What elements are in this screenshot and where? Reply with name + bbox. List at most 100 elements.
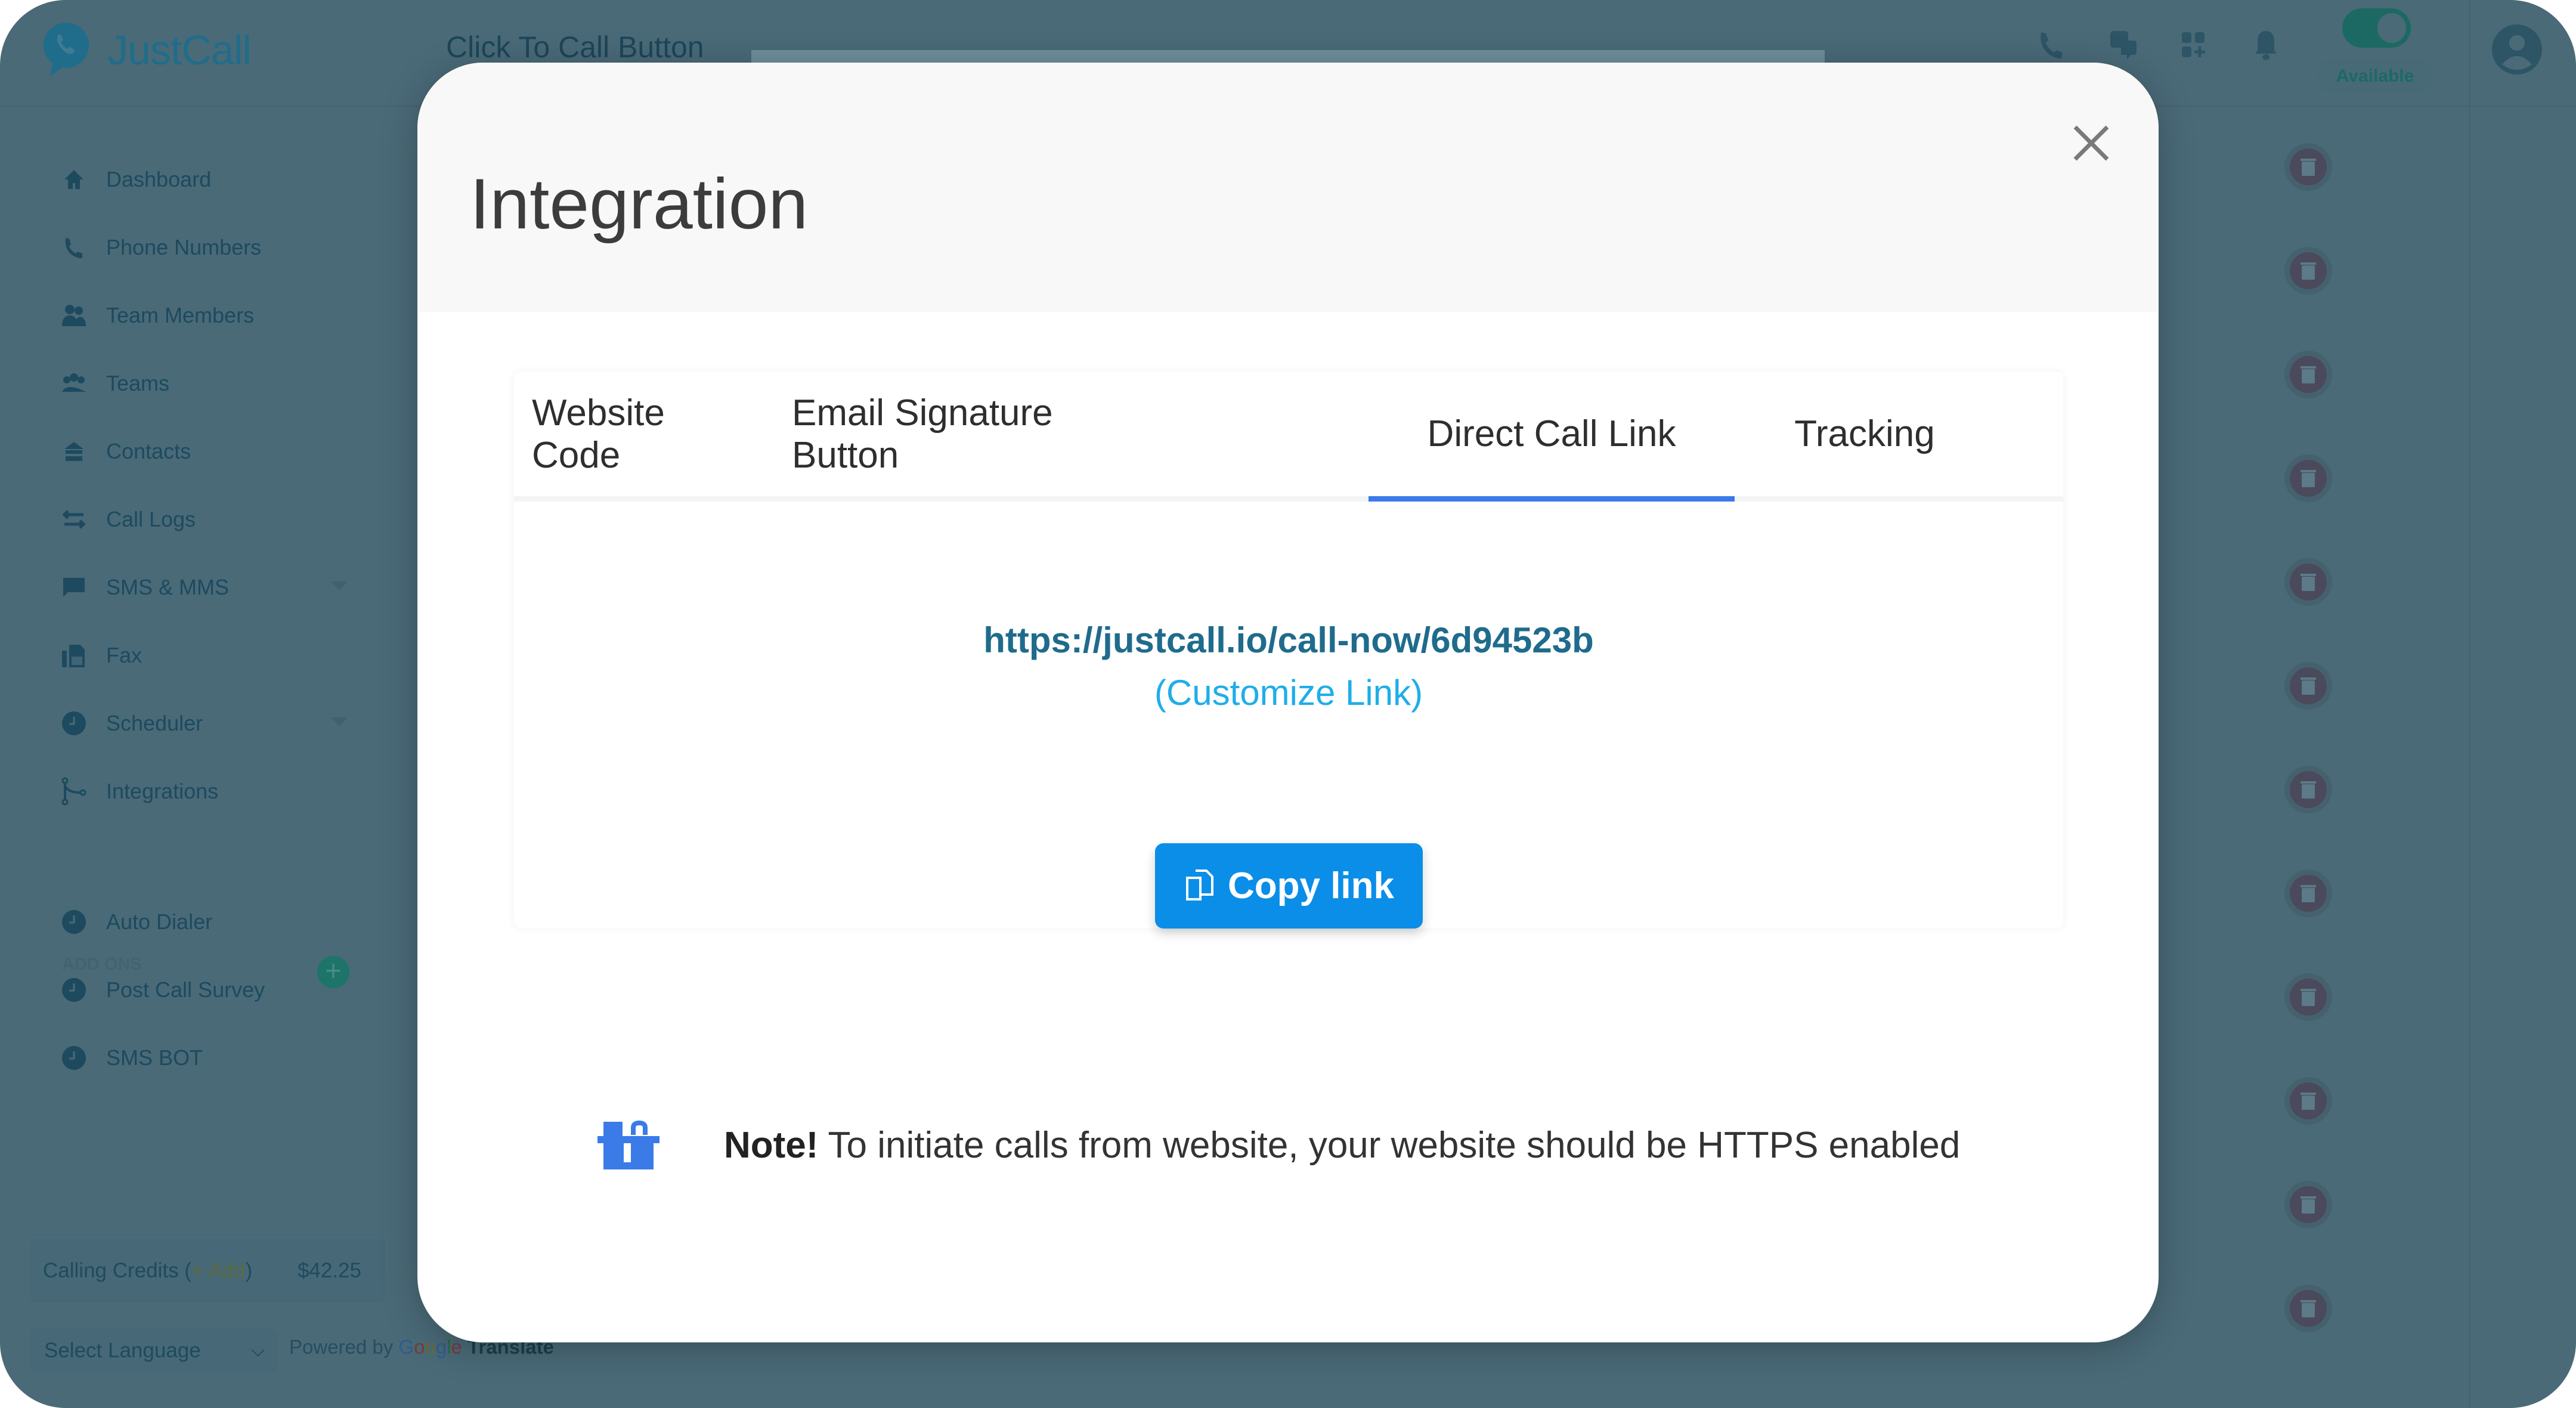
add-addon-button[interactable]: + <box>317 956 349 988</box>
tab-direct-call-link[interactable]: Direct Call Link <box>1368 372 1735 502</box>
note-strong: Note! <box>724 1124 819 1166</box>
copy-icon <box>1185 869 1213 900</box>
phone-icon <box>65 238 82 258</box>
sidebar-item-contacts[interactable]: Contacts <box>60 428 191 475</box>
sidebar-item-label: Teams <box>106 371 170 395</box>
delete-button[interactable] <box>2284 454 2332 502</box>
sidebar-item-label: Auto Dialer <box>106 909 213 934</box>
trash-icon <box>2290 460 2327 497</box>
user-avatar-icon[interactable] <box>2491 24 2543 75</box>
credits-label-text: Calling Credits ( <box>43 1259 191 1282</box>
sidebar-item-label: Phone Numbers <box>106 235 262 259</box>
language-select-value: Select Language <box>44 1339 201 1362</box>
google-logo-letter: o <box>425 1336 436 1358</box>
brand-name: JustCall <box>107 27 252 73</box>
sidebar-item-label: Post Call Survey <box>106 977 265 1002</box>
credits-amount: $42.25 <box>297 1259 361 1282</box>
trash-icon <box>2290 1082 2327 1119</box>
copy-link-label: Copy link <box>1227 865 1395 906</box>
credits-label-close: ) <box>245 1259 253 1282</box>
teams-icon <box>62 373 86 392</box>
trash-icon <box>2290 356 2327 393</box>
app-window: JustCall Click To Call Button Available … <box>0 0 2576 1408</box>
close-icon[interactable] <box>2069 121 2113 165</box>
sidebar-item-auto-dialer[interactable]: Auto Dialer <box>60 898 212 946</box>
language-select[interactable]: Select Language ⌵ <box>27 1327 279 1375</box>
chevron-down-icon[interactable] <box>331 581 348 590</box>
fax-icon <box>62 645 85 667</box>
sidebar-item-sms-mms[interactable]: SMS & MMS <box>60 564 394 611</box>
trash-icon <box>2290 252 2327 289</box>
chat-icon[interactable] <box>2108 29 2138 62</box>
clock-icon <box>62 910 86 934</box>
sidebar-item-team-members[interactable]: Team Members <box>60 292 254 339</box>
sidebar-item-label: Team Members <box>106 303 255 327</box>
bell-icon[interactable] <box>2251 29 2281 62</box>
tab-email-signature-button[interactable]: Email Signature Button <box>792 372 1121 496</box>
toggle-knob <box>2377 13 2406 43</box>
sidebar-item-scheduler[interactable]: Scheduler <box>60 700 394 747</box>
sidebar-item-fax[interactable]: Fax <box>60 632 142 679</box>
trash-icon <box>2290 564 2327 601</box>
justcall-logo-icon <box>44 23 89 76</box>
sidebar-item-label: Call Logs <box>106 507 196 531</box>
powered-by-text: Powered by <box>289 1336 399 1358</box>
delete-button[interactable] <box>2284 973 2332 1021</box>
sidebar-item-sms-bot[interactable]: SMS BOT <box>60 1034 203 1082</box>
integration-modal: Integration Website Code Email Signature… <box>417 63 2159 1342</box>
delete-button[interactable] <box>2284 143 2332 191</box>
availability-status: Available <box>2318 60 2432 92</box>
note-text: Note! To initiate calls from website, yo… <box>724 1124 1960 1166</box>
google-logo-letter: l <box>447 1336 451 1358</box>
sidebar-item-label: Contacts <box>106 439 191 463</box>
clock-icon <box>62 711 86 735</box>
https-note: Note! To initiate calls from website, yo… <box>597 1118 1960 1172</box>
delete-button[interactable] <box>2284 1181 2332 1228</box>
header-strip <box>751 50 1825 63</box>
tab-tracking[interactable]: Tracking <box>1785 372 1945 496</box>
logo[interactable]: JustCall <box>42 21 252 79</box>
header-icons <box>2036 29 2281 62</box>
trash-icon <box>2290 875 2327 912</box>
sidebar-item-label: Fax <box>106 643 143 667</box>
delete-button[interactable] <box>2284 1285 2332 1332</box>
sidebar-item-dashboard[interactable]: Dashboard <box>60 156 211 203</box>
copy-link-button[interactable]: Copy link <box>1155 843 1423 929</box>
add-credits-link[interactable]: + Add <box>191 1259 246 1282</box>
modal-title: Integration <box>470 164 809 245</box>
trash-icon <box>2290 667 2327 704</box>
delete-button[interactable] <box>2284 351 2332 398</box>
delete-button[interactable] <box>2284 662 2332 710</box>
customize-link[interactable]: (Customize Link) <box>514 672 2063 713</box>
chevron-down-icon[interactable] <box>331 717 348 726</box>
apps-grid-icon[interactable] <box>2179 29 2209 62</box>
sidebar-item-post-call-survey[interactable]: Post Call Survey <box>60 966 265 1014</box>
trash-icon <box>2290 979 2327 1016</box>
delete-button[interactable] <box>2284 869 2332 917</box>
calling-credits-label: Calling Credits (+ Add) <box>43 1259 252 1283</box>
sidebar-item-label: SMS BOT <box>106 1045 203 1070</box>
availability-toggle[interactable] <box>2342 8 2411 48</box>
phone-icon[interactable] <box>2036 29 2066 62</box>
calling-credits: Calling Credits (+ Add) $42.25 <box>29 1237 386 1304</box>
sidebar-item-label: Dashboard <box>106 167 212 191</box>
delete-button[interactable] <box>2284 766 2332 813</box>
delete-button[interactable] <box>2284 558 2332 606</box>
sidebar-item-label: SMS & MMS <box>106 575 230 599</box>
tab-bar: Website Code Email Signature Button Dire… <box>514 372 2063 502</box>
sidebar-item-label: Scheduler <box>106 711 203 735</box>
delete-button[interactable] <box>2284 1077 2332 1125</box>
sidebar-item-integrations[interactable]: Integrations <box>60 768 218 815</box>
integration-card: Website Code Email Signature Button Dire… <box>514 372 2063 929</box>
tab-website-code[interactable]: Website Code <box>532 372 750 496</box>
sidebar: Dashboard Phone Numbers Team Members Tea… <box>0 107 411 1408</box>
contacts-icon <box>64 442 83 461</box>
delete-button[interactable] <box>2284 247 2332 295</box>
sidebar-item-phone-numbers[interactable]: Phone Numbers <box>60 224 261 271</box>
right-rail-divider <box>2469 0 2470 1408</box>
direct-call-link[interactable]: https://justcall.io/call-now/6d94523b <box>514 620 2063 661</box>
mailbox-icon <box>597 1120 660 1169</box>
sidebar-item-call-logs[interactable]: Call Logs <box>60 496 196 543</box>
clock-icon <box>62 978 86 1002</box>
sidebar-item-teams[interactable]: Teams <box>60 360 169 407</box>
